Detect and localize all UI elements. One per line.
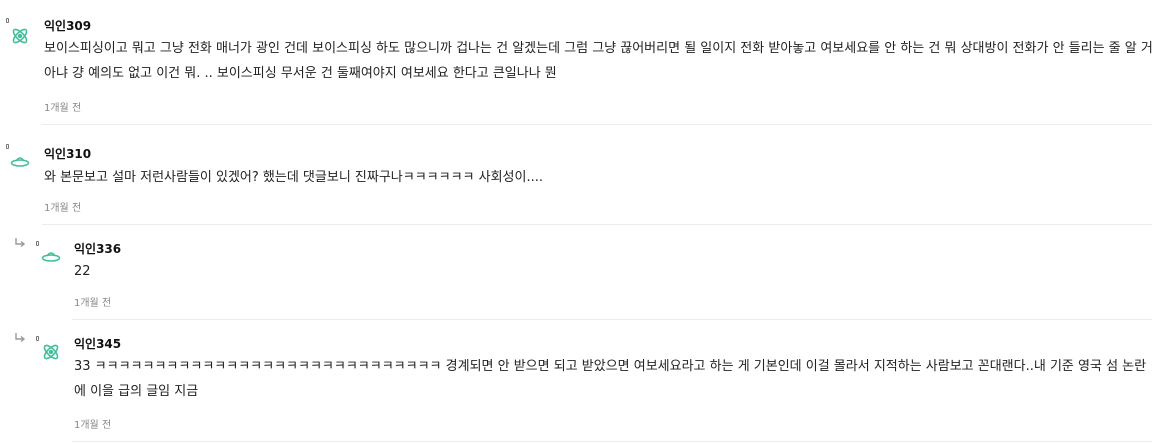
dot-marker xyxy=(36,336,39,341)
comment-timestamp: 1개월 전 xyxy=(74,420,112,431)
reply-item: 익인345 33 ㅋㅋㅋㅋㅋㅋㅋㅋㅋㅋㅋㅋㅋㅋㅋㅋㅋㅋㅋㅋㅋㅋㅋㅋㅋㅋㅋㅋㅋ 경… xyxy=(0,0,1166,444)
comment-author[interactable]: 익인345 xyxy=(74,335,121,352)
comment-text: 33 ㅋㅋㅋㅋㅋㅋㅋㅋㅋㅋㅋㅋㅋㅋㅋㅋㅋㅋㅋㅋㅋㅋㅋㅋㅋㅋㅋㅋㅋ 경계되면 안 … xyxy=(74,359,1147,399)
reply-arrow-icon xyxy=(15,333,26,343)
comment-divider xyxy=(72,441,1152,442)
atom-icon xyxy=(43,344,59,360)
